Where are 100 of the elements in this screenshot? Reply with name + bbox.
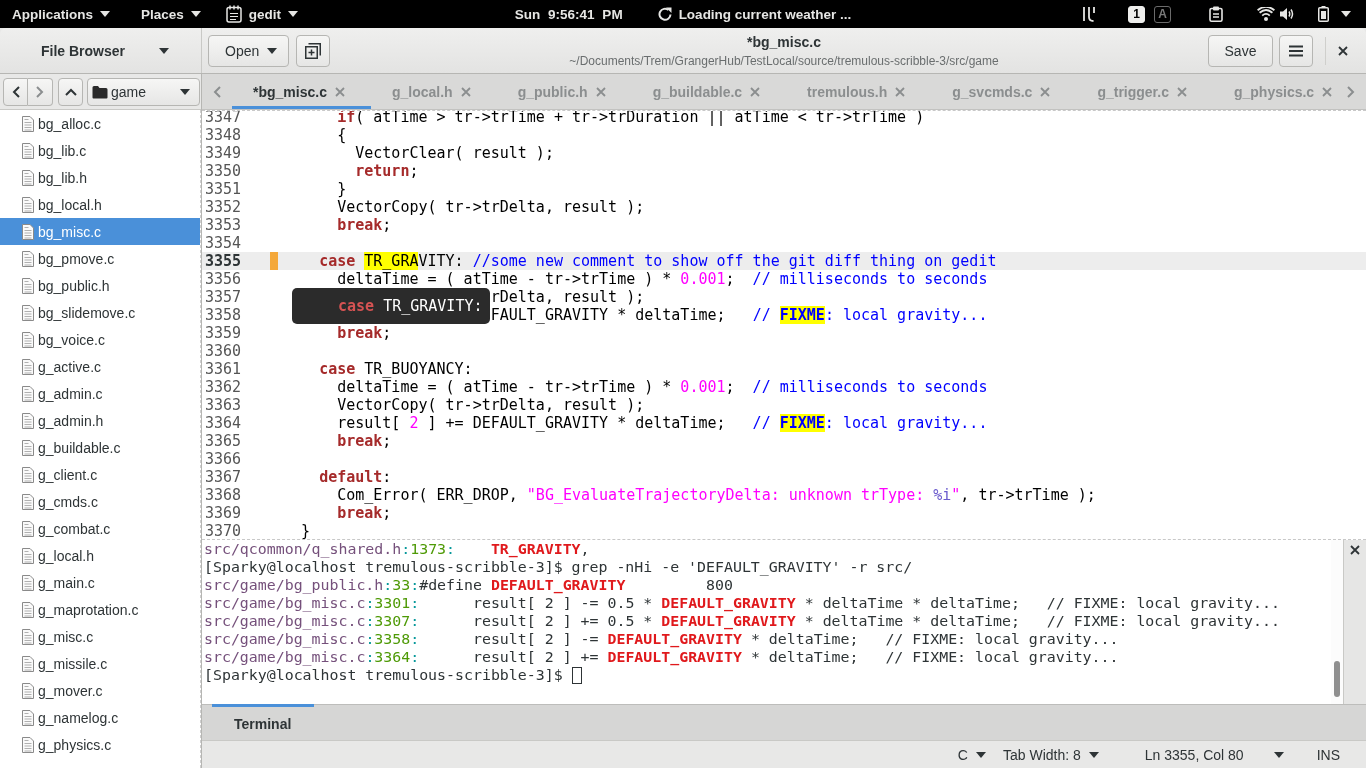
line-number: 3354: [205, 234, 242, 252]
back-button[interactable]: [3, 77, 28, 106]
file-item[interactable]: g_combat.c: [0, 515, 200, 542]
file-item[interactable]: g_misc.c: [0, 623, 200, 650]
menu-icon: [1289, 44, 1303, 57]
side-panel-selector[interactable]: File Browser: [41, 42, 170, 59]
file-item[interactable]: bg_lib.h: [0, 164, 200, 191]
file-item[interactable]: g_buildable.c: [0, 434, 200, 461]
line-number: 3369: [205, 504, 242, 522]
wifi-icon[interactable]: [1257, 7, 1275, 21]
terminal-line: src/game/bg_misc.c:3307: result[ 2 ] += 0.5 * DEFAULT_GRAVITY * deltaTime * deltaTime; // FIXME: local gravity...: [204, 612, 1280, 630]
file-item[interactable]: bg_voice.c: [0, 326, 200, 353]
refresh-icon: [657, 7, 672, 21]
line-number: 3351: [205, 180, 242, 198]
file-item[interactable]: g_namelog.c: [0, 704, 200, 731]
save-button[interactable]: Save: [1208, 34, 1273, 67]
line-number: 3361: [205, 360, 242, 378]
close-icon[interactable]: [1350, 545, 1360, 555]
file-icon: [22, 304, 34, 321]
code-line: FAULT_GRAVITY * deltaTime; // FIXME: local gravity...: [490, 306, 988, 324]
line-number: 3357: [205, 288, 242, 306]
terminal-line: src/game/bg_misc.c:3301: result[ 2 ] -= 0.5 * DEFAULT_GRAVITY * deltaTime * deltaTime; // FIXME: local gravity...: [204, 594, 1280, 612]
terminal-line: src/game/bg_public.h:33:#define DEFAULT_GRAVITY 800: [204, 576, 733, 594]
battery-icon[interactable]: [1318, 6, 1329, 22]
menu-button[interactable]: [1279, 34, 1313, 67]
file-item[interactable]: g_mover.c: [0, 677, 200, 704]
file-icon: [22, 466, 34, 483]
file-icon: [22, 331, 34, 348]
caret-icon: [100, 11, 110, 17]
window-title: *bg_misc.c: [747, 33, 821, 51]
caret-icon: [267, 47, 278, 54]
file-icon: [22, 196, 34, 213]
chevron-up-icon: [64, 87, 77, 96]
speaker-icon[interactable]: [1280, 7, 1294, 21]
places-menu[interactable]: Places: [141, 6, 201, 22]
caret-icon: [159, 47, 170, 54]
file-icon: [22, 223, 34, 240]
file-icon: [22, 250, 34, 267]
folder-dropdown[interactable]: game: [87, 77, 200, 106]
file-item[interactable]: g_missile.c: [0, 650, 200, 677]
line-number: 3359: [205, 324, 242, 342]
file-item[interactable]: g_admin.h: [0, 407, 200, 434]
code-line: Com_Error( ERR_DROP, "BG_EvaluateTrajectoryDelta: unknown trType: %i", tr->trTime );: [337, 486, 1096, 504]
terminal-line: [Sparky@localhost tremulous-scribble-3]$ grep -nHi -e 'DEFAULT_GRAVITY' -r src/: [204, 558, 913, 576]
folder-icon: [92, 84, 108, 99]
caret-icon[interactable]: [1341, 11, 1351, 17]
code-line: rDelta, result );: [490, 288, 645, 306]
code-line: case TR_BUOYANCY:: [319, 360, 473, 378]
file-item[interactable]: bg_slidemove.c: [0, 299, 200, 326]
file-icon: [22, 493, 34, 510]
file-icon: [22, 709, 34, 726]
app-menu[interactable]: gedit: [225, 5, 299, 23]
line-number: 3360: [205, 342, 242, 360]
line-number: 3349: [205, 144, 242, 162]
file-icon: [22, 358, 34, 375]
file-item[interactable]: g_active.c: [0, 353, 200, 380]
file-item[interactable]: g_cmds.c: [0, 488, 200, 515]
code-line: deltaTime = ( atTime - tr->trTime ) * 0.001; // milliseconds to seconds: [337, 270, 988, 288]
clipboard-icon[interactable]: [1209, 6, 1223, 22]
open-button[interactable]: Open: [208, 34, 290, 67]
window-subtitle: ~/Documents/Trem/GrangerHub/TestLocal/source/tremulous-scribble-3/src/game: [569, 53, 999, 68]
code-line: break;: [337, 216, 392, 234]
file-item[interactable]: g_physics.c: [0, 731, 200, 758]
file-icon: [22, 682, 34, 699]
file-item[interactable]: g_client.c: [0, 461, 200, 488]
file-icon: [22, 601, 34, 618]
indicator-icon[interactable]: [1082, 6, 1096, 22]
file-item[interactable]: bg_public.h: [0, 272, 200, 299]
file-item[interactable]: bg_local.h: [0, 191, 200, 218]
clock[interactable]: Sun 9:56:41 PM: [514, 6, 623, 22]
file-item[interactable]: g_admin.c: [0, 380, 200, 407]
close-icon[interactable]: [1338, 45, 1348, 56]
file-item[interactable]: bg_alloc.c: [0, 110, 200, 137]
code-line: case TR_GRAVITY: //some new comment to show off the git diff thing on gedit: [319, 252, 997, 270]
line-number: 3353: [205, 216, 242, 234]
code-line: VectorCopy( tr->trDelta, result );: [337, 396, 645, 414]
weather-button[interactable]: Loading current weather ...: [657, 6, 852, 22]
file-item[interactable]: bg_lib.c: [0, 137, 200, 164]
caret-icon: [288, 11, 299, 17]
file-icon: [22, 574, 34, 591]
chevron-right-icon: [36, 85, 44, 98]
caret-icon: [180, 88, 190, 95]
new-document-button[interactable]: [296, 34, 331, 67]
code-line: break;: [337, 504, 392, 522]
caret-icon[interactable]: [1273, 751, 1284, 758]
file-icon: [22, 412, 34, 429]
language-dropdown[interactable]: C: [957, 746, 986, 763]
line-number: 3364: [205, 414, 242, 432]
line-number: 3368: [205, 486, 242, 504]
file-item[interactable]: bg_pmove.c: [0, 245, 200, 272]
applications-menu[interactable]: Applications: [12, 6, 110, 22]
file-item[interactable]: g_main.c: [0, 569, 200, 596]
code-line: break;: [337, 324, 392, 342]
file-item[interactable]: g_maprotation.c: [0, 596, 200, 623]
scrollbar-thumb[interactable]: [1334, 661, 1340, 697]
tab-width-dropdown[interactable]: Tab Width: 8: [1002, 746, 1099, 763]
chevron-left-icon: [11, 85, 20, 98]
line-number: 3365: [205, 432, 242, 450]
file-item[interactable]: g_local.h: [0, 542, 200, 569]
up-button[interactable]: [58, 77, 83, 106]
